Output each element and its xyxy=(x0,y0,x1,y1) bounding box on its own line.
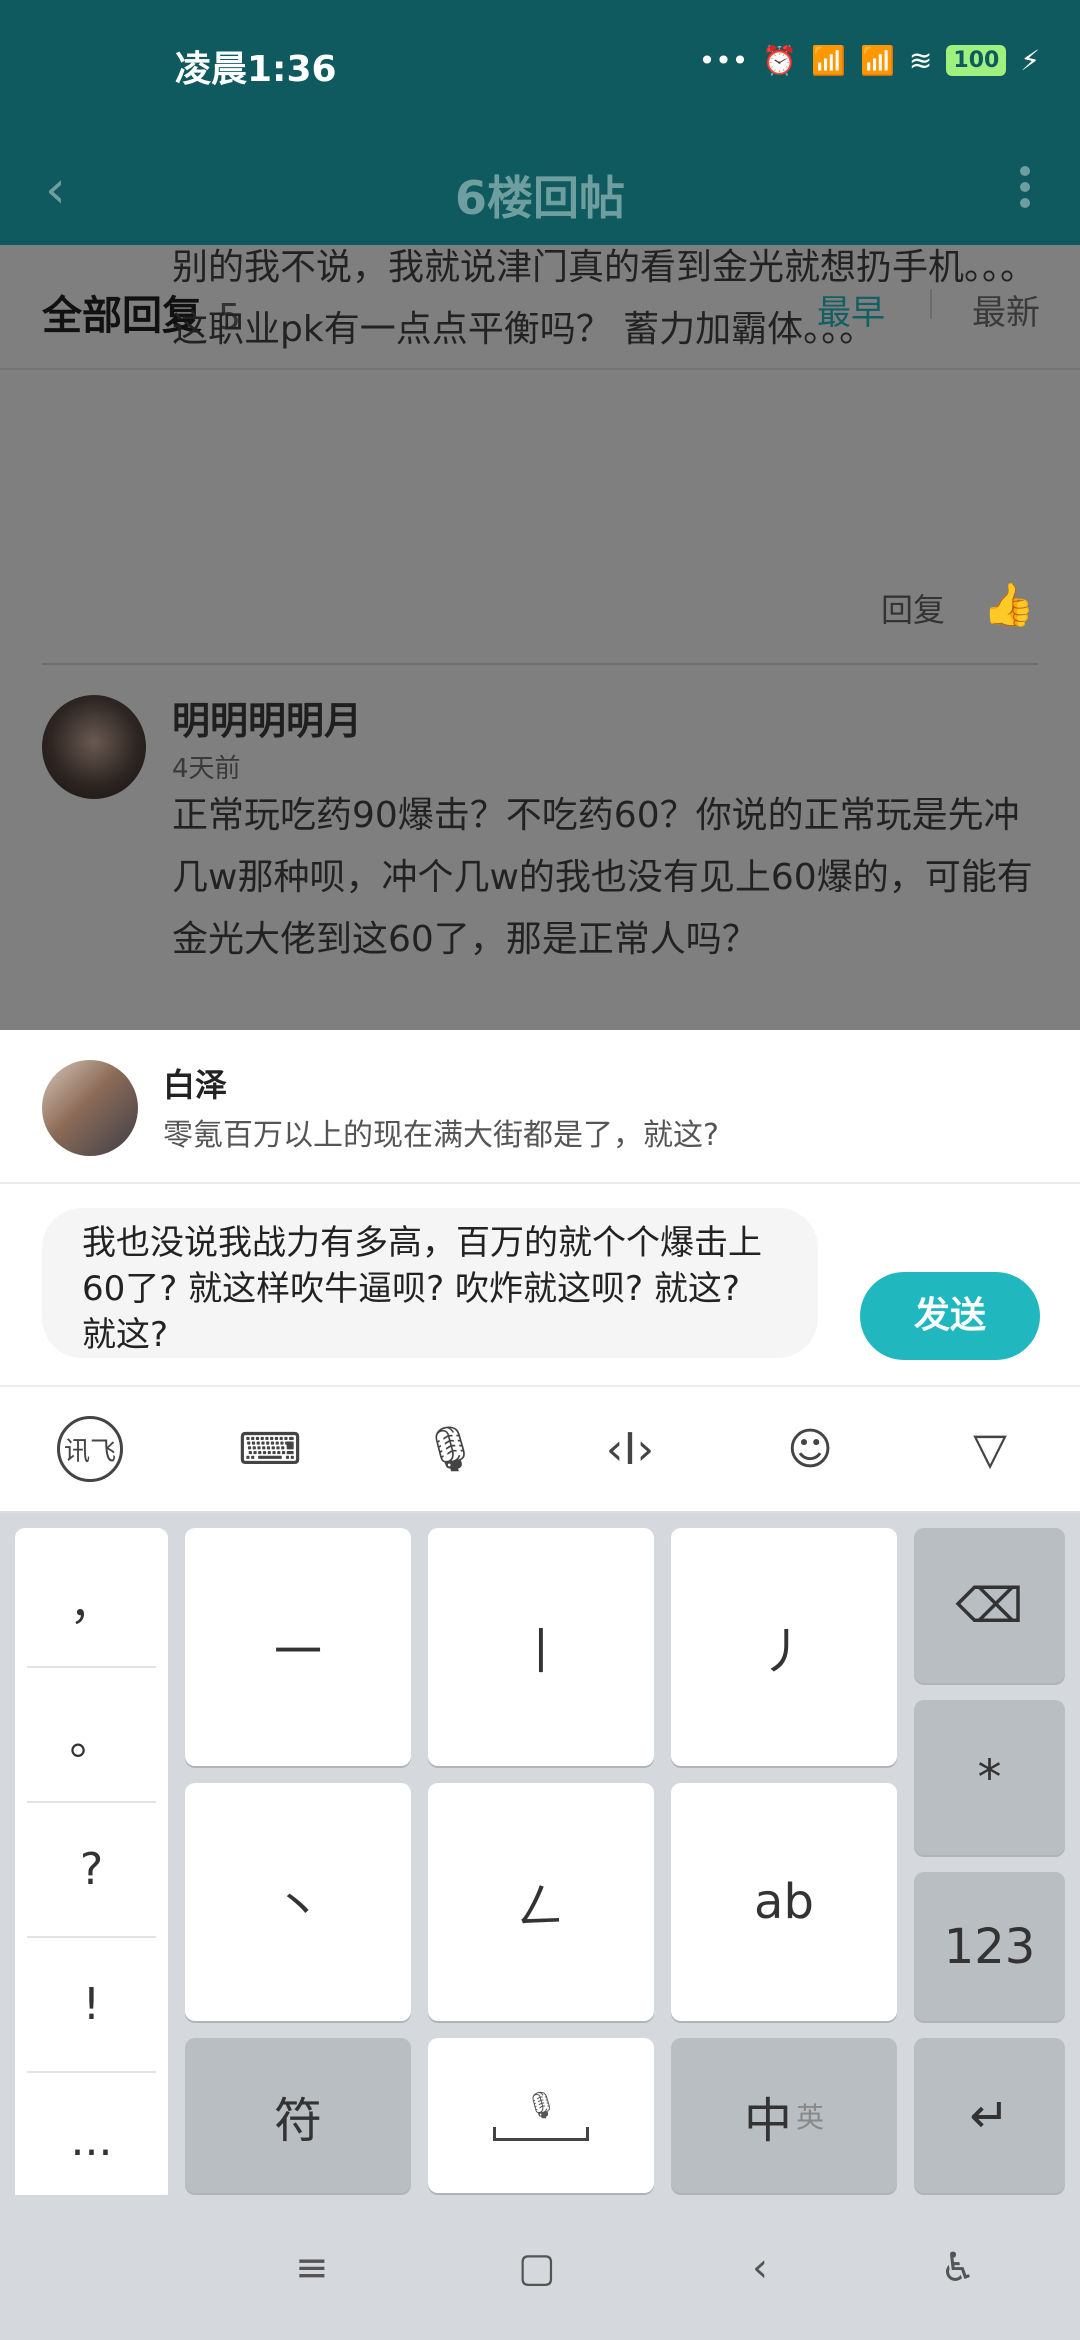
more-options-button[interactable] xyxy=(1018,160,1032,214)
accessibility-icon[interactable]: ♿ xyxy=(940,2245,976,2291)
signal-hd-icon: 📶 xyxy=(811,44,847,77)
post-text: 正常玩吃药90爆击？不吃药60？你说的正常玩是先冲几w那种呗，冲个几w的我也没有… xyxy=(172,795,1033,960)
avatar xyxy=(42,1060,138,1156)
abc-key[interactable]: ab xyxy=(671,1783,897,2021)
system-nav-bar: ≡ ▢ ‹ ♿ xyxy=(0,2195,1080,2340)
backspace-key[interactable]: ⌫ xyxy=(914,1528,1065,1683)
status-icons: ••• ⏰ 📶 📶 ≋ 100 ⚡ xyxy=(699,44,1040,77)
keyboard-icon[interactable]: ⌨ xyxy=(225,1404,315,1494)
space-bar: 🎙 xyxy=(493,2091,589,2141)
collapse-keyboard-icon[interactable]: ▽ xyxy=(945,1404,1035,1494)
backspace-icon: ⌫ xyxy=(955,1577,1024,1634)
punct-key-question[interactable]: ? xyxy=(27,1803,156,1938)
language-main-label: 中 xyxy=(743,2092,792,2149)
send-button[interactable]: 发送 xyxy=(860,1272,1040,1360)
stroke-key-heng[interactable]: 一 xyxy=(185,1528,411,1766)
back-icon[interactable]: ‹ xyxy=(752,2245,768,2291)
charging-icon: ⚡ xyxy=(1020,44,1040,77)
stroke-key-shu[interactable]: 丨 xyxy=(428,1528,654,1766)
star-key[interactable]: * xyxy=(914,1700,1065,1855)
reply-input[interactable]: 我也没说我战力有多高，百万的就个个爆击上60了? 就这样吹牛逼呗? 吹炸就这呗?… xyxy=(42,1208,818,1358)
ime-toolbar: 讯飞 ⌨ 🎙 ‹I› ☺ ▽ xyxy=(0,1385,1080,1513)
thumbs-up-icon[interactable]: 👍 xyxy=(983,580,1035,630)
page-title: 6楼回帖 xyxy=(454,171,625,225)
cursor-icon[interactable]: ‹I› xyxy=(585,1404,675,1494)
username[interactable]: 明明明明月 xyxy=(172,690,362,745)
menu-icon[interactable]: ≡ xyxy=(295,2245,329,2291)
microphone-icon: 🎙 xyxy=(524,2090,558,2121)
punct-key-comma[interactable]: ， xyxy=(27,1533,156,1668)
language-alt-label: 英 xyxy=(796,2100,825,2134)
signal-hd-icon: 📶 xyxy=(860,44,895,77)
wifi-icon: ≋ xyxy=(908,44,933,77)
punct-key-exclaim[interactable]: ! xyxy=(27,1938,156,2073)
enter-key[interactable]: ↵ xyxy=(914,2038,1065,2193)
reply-button[interactable]: 回复 xyxy=(881,585,945,631)
enter-icon: ↵ xyxy=(969,2087,1010,2144)
stroke-key-pie[interactable]: 丿 xyxy=(671,1528,897,1766)
top-app-bar: ‹ 6楼回帖 xyxy=(0,130,1080,245)
status-bar: 凌晨1:36 ••• ⏰ 📶 📶 ≋ 100 ⚡ xyxy=(0,0,1080,130)
stroke-key-zhe[interactable]: 𠃋 xyxy=(428,1783,654,2021)
post-time: 4天前 xyxy=(172,754,241,784)
keyboard: ， 。 ? ! ... 一 丨 丿 丶 𠃋 ab 符 🎙 中英 ⌫ * 123 … xyxy=(0,1513,1080,2206)
home-icon[interactable]: ▢ xyxy=(518,2245,556,2291)
punct-key-period[interactable]: 。 xyxy=(27,1668,156,1803)
xunfei-logo-icon[interactable]: 讯飞 xyxy=(45,1404,135,1494)
status-time: 凌晨1:36 xyxy=(175,49,337,90)
punct-key-ellipsis[interactable]: ... xyxy=(27,2073,156,2208)
symbols-key[interactable]: 符 xyxy=(185,2038,411,2193)
quoted-text: 零氪百万以上的现在满大街都是了，就这? xyxy=(163,1118,719,1153)
space-icon xyxy=(493,2126,589,2141)
divider xyxy=(0,1182,1080,1184)
avatar[interactable] xyxy=(42,695,146,799)
quoted-username: 白泽 xyxy=(163,1066,228,1104)
divider xyxy=(42,663,1038,665)
alarm-icon: ⏰ xyxy=(762,44,798,77)
reply-sheet: 白泽 零氪百万以上的现在满大街都是了，就这? 我也没说我战力有多高，百万的就个个… xyxy=(0,1030,1080,1385)
language-switch-key[interactable]: 中英 xyxy=(671,2038,897,2193)
more-vert-icon xyxy=(1020,166,1030,176)
more-dots-icon: ••• xyxy=(698,44,749,77)
post-text: 别的我不说，我就说津门真的看到金光就想扔手机。。。这职业pk有一点点平衡吗？ 蓄… xyxy=(172,247,1037,350)
punctuation-column[interactable]: ， 。 ? ! ... xyxy=(15,1528,168,2206)
battery-icon: 100 xyxy=(946,45,1007,76)
emoji-icon[interactable]: ☺ xyxy=(765,1404,855,1494)
stroke-key-dian[interactable]: 丶 xyxy=(185,1783,411,2021)
space-key[interactable]: 🎙 xyxy=(428,2038,654,2193)
microphone-icon[interactable]: 🎙 xyxy=(405,1404,495,1494)
thread-content: 全部回复 5 最早 最新 别的我不说，我就说津门真的看到金光就想扔手机。。。这职业… xyxy=(0,245,1080,1030)
numbers-key[interactable]: 123 xyxy=(914,1872,1065,2021)
